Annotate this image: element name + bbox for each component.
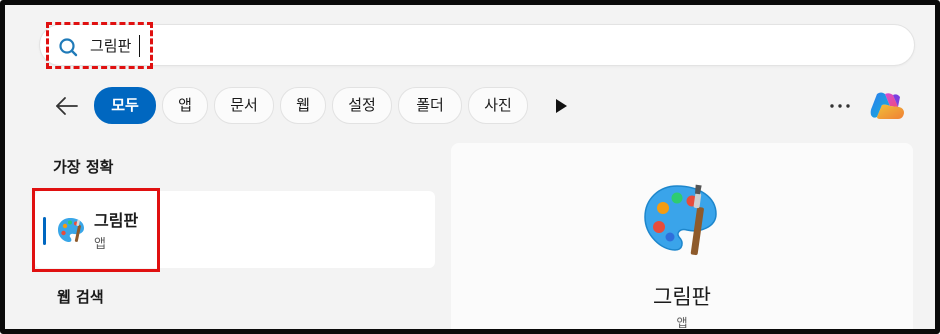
search-box[interactable]: [39, 24, 915, 66]
best-match-heading: 가장 정확: [53, 158, 114, 176]
start-search-window: 그림판 모두 앱 문서 웹 설정 폴더 사진 가장 정확 그림판 앱 웹 검색 …: [0, 0, 940, 334]
filter-chip-folders[interactable]: 폴더: [398, 87, 462, 124]
text-caret: [139, 35, 140, 57]
preview-app-type: 앱: [676, 316, 688, 330]
search-input[interactable]: 그림판: [90, 36, 131, 56]
best-match-app-type: 앱: [94, 237, 106, 252]
filter-chip-settings[interactable]: 설정: [332, 87, 392, 124]
filter-chip-all[interactable]: 모두: [94, 87, 156, 124]
play-more-filters-icon[interactable]: [554, 98, 568, 114]
paint-palette-icon: [644, 184, 717, 256]
filter-chip-web[interactable]: 웹: [280, 87, 326, 124]
search-icon: [59, 38, 78, 57]
filter-chip-photos[interactable]: 사진: [468, 87, 528, 124]
copilot-icon[interactable]: [868, 89, 908, 123]
web-search-heading: 웹 검색: [57, 288, 104, 306]
paint-palette-icon: [58, 218, 84, 242]
back-arrow-icon[interactable]: [53, 94, 81, 118]
filter-chip-documents[interactable]: 문서: [214, 87, 274, 124]
more-options-icon[interactable]: [828, 102, 852, 110]
filter-chip-apps[interactable]: 앱: [162, 87, 208, 124]
best-match-app-name: 그림판: [94, 211, 139, 230]
preview-app-name: 그림판: [653, 285, 711, 309]
selection-indicator: [43, 217, 46, 245]
